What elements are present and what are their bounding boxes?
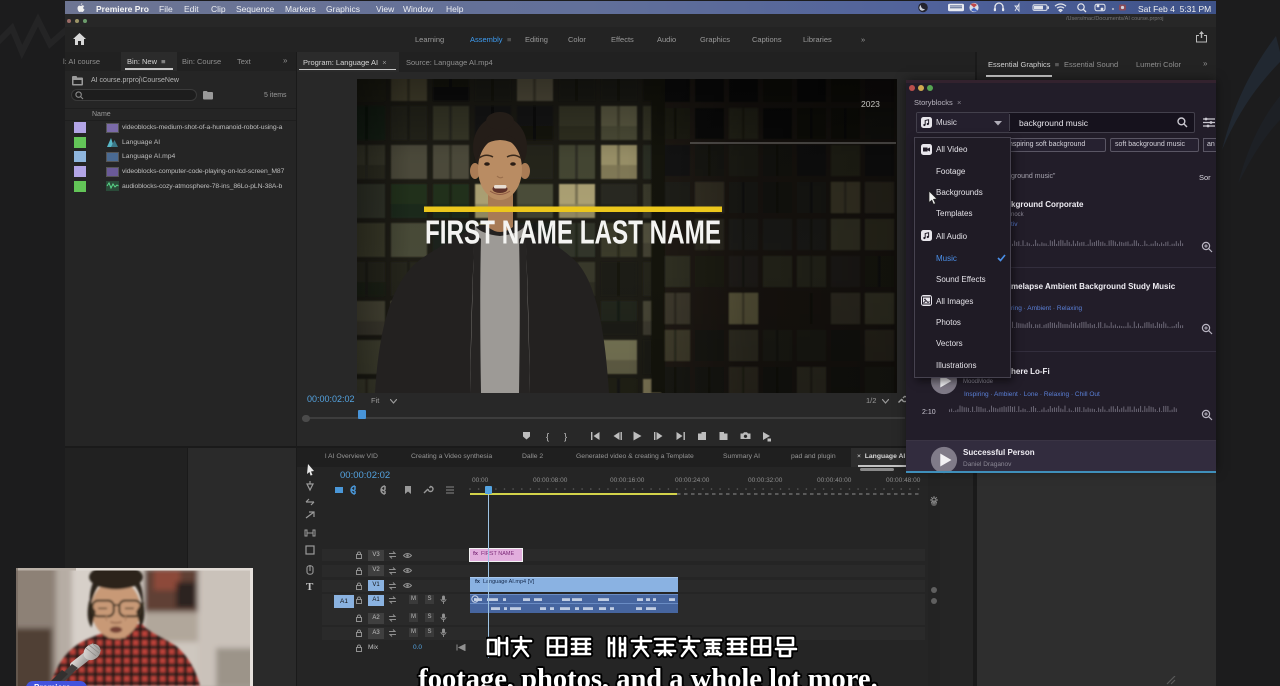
- svg-text:}: }: [564, 432, 567, 443]
- svg-text:2023: 2023: [861, 99, 880, 109]
- svg-text:FIRST NAME LAST NAME: FIRST NAME LAST NAME: [425, 214, 721, 251]
- svg-text:{: {: [546, 432, 549, 443]
- svg-text:T: T: [306, 581, 314, 592]
